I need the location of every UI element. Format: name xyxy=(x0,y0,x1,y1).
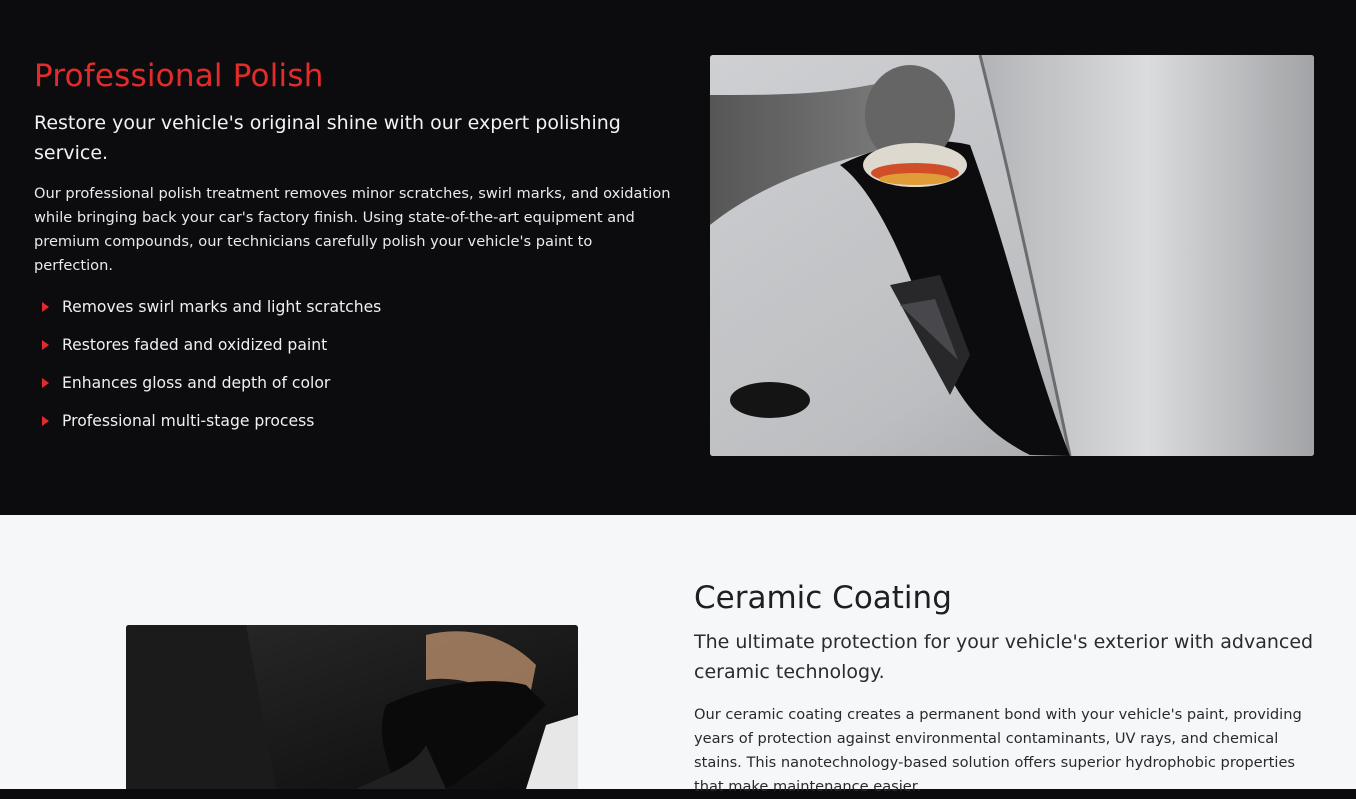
ceramic-title: Ceramic Coating xyxy=(694,580,952,616)
ceramic-subtitle: The ultimate protection for your vehicle… xyxy=(694,631,1314,683)
ceramic-coating-photo xyxy=(126,625,578,789)
caret-right-icon xyxy=(42,378,49,388)
feature-label: Removes swirl marks and light scratches xyxy=(62,298,382,316)
feature-item: Enhances gloss and depth of color xyxy=(34,370,381,408)
polish-feature-list: Removes swirl marks and light scratches … xyxy=(34,294,381,446)
feature-label: Professional multi-stage process xyxy=(62,412,315,430)
polish-subtitle: Restore your vehicle's original shine wi… xyxy=(34,112,621,164)
car-polishing-photo xyxy=(710,55,1314,456)
feature-label: Enhances gloss and depth of color xyxy=(62,374,331,392)
caret-right-icon xyxy=(42,340,49,350)
caret-right-icon xyxy=(42,416,49,426)
feature-item: Professional multi-stage process xyxy=(34,408,381,446)
feature-item: Restores faded and oxidized paint xyxy=(34,332,381,370)
polish-description: Our professional polish treatment remove… xyxy=(34,185,671,274)
polish-title: Professional Polish xyxy=(34,58,324,94)
ceramic-description: Our ceramic coating creates a permanent … xyxy=(694,706,1302,795)
caret-right-icon xyxy=(42,302,49,312)
feature-label: Restores faded and oxidized paint xyxy=(62,336,328,354)
feature-item: Removes swirl marks and light scratches xyxy=(34,294,381,332)
